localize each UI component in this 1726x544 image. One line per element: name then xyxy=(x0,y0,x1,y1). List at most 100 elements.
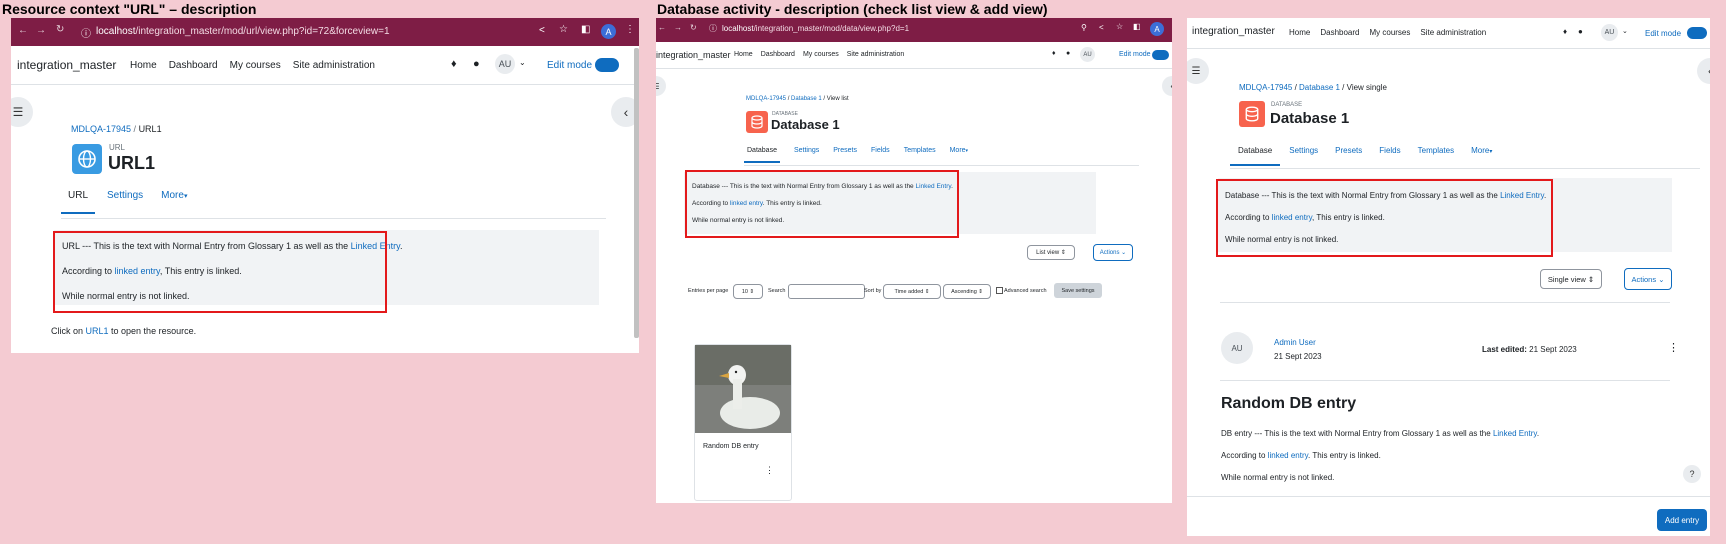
tab-more[interactable]: More xyxy=(161,190,184,201)
tab-templates[interactable]: Templates xyxy=(1418,146,1454,155)
add-entry-button[interactable]: Add entry xyxy=(1657,509,1707,531)
profile-avatar[interactable]: A xyxy=(601,24,616,39)
notifications-icon[interactable]: ♦ xyxy=(451,58,457,70)
breadcrumb-course[interactable]: MDLQA-17945 xyxy=(1239,83,1292,92)
nav-home[interactable]: Home xyxy=(130,60,157,71)
site-info-icon[interactable]: ⓘ xyxy=(81,25,91,40)
nav-dashboard[interactable]: Dashboard xyxy=(1320,28,1359,37)
nav-dashboard[interactable]: Dashboard xyxy=(761,51,795,58)
entry-menu-icon[interactable]: ⋮ xyxy=(1668,341,1679,354)
block-drawer-button[interactable]: ‹ xyxy=(1162,76,1172,96)
url1-resource-link[interactable]: URL1 xyxy=(86,326,109,336)
save-settings-button[interactable]: Save settings xyxy=(1054,283,1102,298)
tab-more[interactable]: More xyxy=(950,147,966,154)
view-mode-select[interactable]: List view ⇕ xyxy=(1027,245,1075,260)
site-info-icon[interactable]: ⓘ xyxy=(709,23,717,34)
nav-site-administration[interactable]: Site administration xyxy=(1420,28,1486,37)
tab-settings[interactable]: Settings xyxy=(107,190,143,201)
caption-database: Database activity - description (check l… xyxy=(657,1,1048,17)
tab-database[interactable]: Database xyxy=(744,147,780,163)
sort-by-select[interactable]: Time added ⇕ xyxy=(883,284,941,299)
site-brand[interactable]: integration_master xyxy=(656,50,731,60)
user-menu-chevron-icon[interactable]: ⌄ xyxy=(519,58,526,67)
bookmark-star-icon[interactable]: ☆ xyxy=(559,24,568,35)
sidepanel-icon[interactable]: ◧ xyxy=(1133,22,1141,31)
reload-icon[interactable]: ↻ xyxy=(56,24,64,35)
course-index-drawer-button[interactable]: ☰ xyxy=(656,76,666,96)
author-avatar[interactable]: AU xyxy=(1221,332,1253,364)
user-menu-chevron-icon[interactable]: ⌄ xyxy=(1622,27,1628,35)
nav-my-courses[interactable]: My courses xyxy=(1369,28,1410,37)
back-icon[interactable]: ← xyxy=(18,25,28,36)
back-icon[interactable]: ← xyxy=(658,23,666,32)
tab-fields[interactable]: Fields xyxy=(1379,146,1400,155)
notifications-icon[interactable]: ♦ xyxy=(1563,27,1567,36)
share-icon[interactable]: < xyxy=(1099,23,1104,32)
advanced-search-checkbox[interactable] xyxy=(996,287,1003,294)
actions-button[interactable]: Actions ⌄ xyxy=(1093,244,1133,261)
breadcrumb-course[interactable]: MDLQA-17945 xyxy=(71,124,131,134)
tab-fields[interactable]: Fields xyxy=(871,147,890,154)
course-index-drawer-button[interactable]: ☰ xyxy=(1187,58,1209,84)
nav-home[interactable]: Home xyxy=(1289,28,1310,37)
nav-home[interactable]: Home xyxy=(734,51,753,58)
entry-text: According to xyxy=(1221,451,1268,460)
tab-settings[interactable]: Settings xyxy=(794,147,819,154)
reload-icon[interactable]: ↻ xyxy=(690,23,697,32)
user-avatar[interactable]: AU xyxy=(1080,47,1095,62)
nav-site-administration[interactable]: Site administration xyxy=(847,51,905,58)
messages-icon[interactable]: ● xyxy=(1578,27,1583,36)
address-bar[interactable]: localhost/integration_master/mod/url/vie… xyxy=(96,26,476,37)
forward-icon[interactable]: → xyxy=(674,23,682,32)
edit-mode-toggle[interactable] xyxy=(1687,27,1707,39)
sidepanel-icon[interactable]: ◧ xyxy=(581,24,590,35)
nav-dashboard[interactable]: Dashboard xyxy=(169,60,218,71)
linked-entry-link[interactable]: Linked Entry xyxy=(1493,429,1537,438)
tab-templates[interactable]: Templates xyxy=(904,147,936,154)
tab-url[interactable]: URL xyxy=(61,190,96,214)
user-avatar[interactable]: AU xyxy=(1601,24,1618,41)
breadcrumb-course[interactable]: MDLQA-17945 xyxy=(746,96,786,102)
tab-presets[interactable]: Presets xyxy=(1335,146,1362,155)
profile-avatar[interactable]: A xyxy=(1150,22,1164,36)
address-bar[interactable]: localhost/integration_master/mod/data/vi… xyxy=(722,24,1022,33)
scrollbar[interactable] xyxy=(634,48,639,338)
messages-icon[interactable]: ● xyxy=(1066,50,1070,57)
search-input[interactable] xyxy=(788,284,865,299)
zoom-icon[interactable]: ⚲ xyxy=(1081,23,1087,32)
block-drawer-button[interactable]: ‹ xyxy=(1697,58,1710,84)
breadcrumb-database[interactable]: Database 1 xyxy=(791,96,822,102)
actions-button[interactable]: Actions ⌄ xyxy=(1624,268,1672,290)
more-chevron-icon[interactable]: ▾ xyxy=(184,192,188,200)
view-mode-select[interactable]: Single view ⇕ xyxy=(1540,269,1602,289)
bookmark-star-icon[interactable]: ☆ xyxy=(1116,22,1123,31)
forward-icon[interactable]: → xyxy=(36,25,46,36)
author-name[interactable]: Admin User xyxy=(1274,338,1316,347)
menu-icon[interactable]: ⋮ xyxy=(625,24,635,35)
tab-presets[interactable]: Presets xyxy=(833,147,857,154)
more-chevron-icon[interactable]: ▾ xyxy=(1489,148,1492,155)
nav-my-courses[interactable]: My courses xyxy=(803,51,839,58)
entries-per-page-select[interactable]: 10 ⇕ xyxy=(733,284,763,299)
entry-actions-icon[interactable]: ⋮ xyxy=(765,465,774,476)
tab-more[interactable]: More xyxy=(1471,146,1489,155)
user-avatar[interactable]: AU xyxy=(495,54,515,74)
share-icon[interactable]: < xyxy=(539,25,545,36)
module-type-label: DATABASE xyxy=(1271,102,1303,108)
course-index-drawer-button[interactable]: ☰ xyxy=(11,97,33,127)
edit-mode-toggle[interactable] xyxy=(595,58,619,72)
tab-settings[interactable]: Settings xyxy=(1289,146,1318,155)
edit-mode-toggle[interactable] xyxy=(1152,50,1169,60)
messages-icon[interactable]: ● xyxy=(473,58,480,70)
sort-order-select[interactable]: Ascending ⇕ xyxy=(943,284,991,299)
linked-entry-link[interactable]: linked entry xyxy=(1268,451,1308,460)
help-button[interactable]: ? xyxy=(1683,465,1701,483)
nav-my-courses[interactable]: My courses xyxy=(230,60,281,71)
breadcrumb-database[interactable]: Database 1 xyxy=(1299,83,1340,92)
more-chevron-icon[interactable]: ▾ xyxy=(966,148,969,154)
tab-database[interactable]: Database xyxy=(1230,146,1281,166)
site-brand[interactable]: integration_master xyxy=(17,58,116,72)
notifications-icon[interactable]: ♦ xyxy=(1052,50,1056,57)
site-brand[interactable]: integration_master xyxy=(1192,26,1275,37)
nav-site-administration[interactable]: Site administration xyxy=(293,60,375,71)
